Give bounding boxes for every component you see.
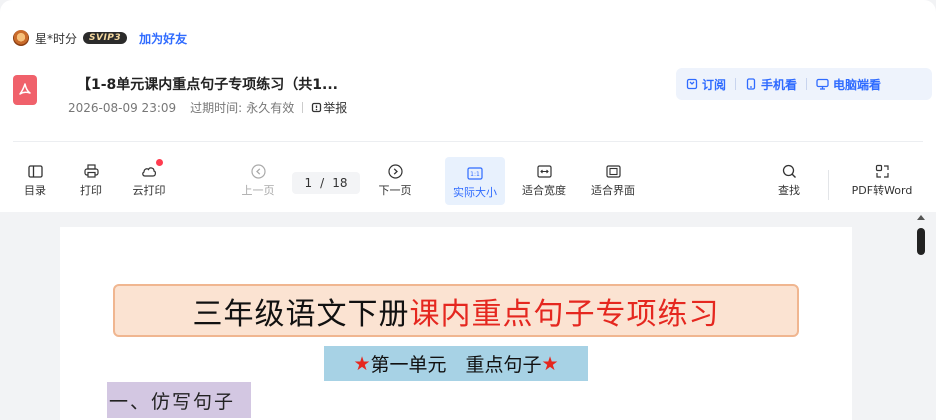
fit-width-button[interactable]: 适合宽度 — [519, 160, 569, 198]
scroll-thumb[interactable] — [917, 228, 925, 255]
pdf-file-icon — [13, 75, 37, 105]
upload-date: 2026-08-09 23:09 — [68, 100, 177, 115]
document-title: 【1-8单元课内重点句子专项练习（共1... — [77, 77, 338, 93]
notification-dot — [156, 159, 163, 166]
expiry-label: 过期时间: — [190, 101, 243, 115]
unit-heading-text: 第一单元 重点句子 — [370, 354, 542, 376]
prev-page-button[interactable]: 上一页 — [239, 160, 277, 198]
fit-page-button[interactable]: 适合界面 — [588, 160, 638, 198]
printer-icon — [83, 160, 99, 182]
actual-size-label: 实际大小 — [453, 186, 497, 199]
search-label: 查找 — [778, 184, 800, 197]
report-label: 举报 — [323, 101, 348, 115]
next-page-label: 下一页 — [378, 184, 412, 197]
page-separator: / — [320, 176, 325, 190]
mobile-view-button[interactable]: 手机看 — [745, 76, 797, 93]
author-name[interactable]: 星*时分 — [35, 30, 77, 47]
fit-page-icon — [605, 160, 621, 182]
print-label: 打印 — [80, 184, 102, 197]
bookmark-icon — [686, 78, 698, 90]
search-icon — [782, 160, 797, 182]
pdf-to-word-label: PDF转Word — [851, 184, 913, 197]
add-friend-link[interactable]: 加为好友 — [139, 30, 187, 47]
convert-icon — [875, 160, 890, 182]
toc-label: 目录 — [24, 184, 46, 197]
current-page-input[interactable]: 1 — [305, 176, 313, 190]
author-row: 星*时分 SVIP3 加为好友 — [13, 29, 187, 47]
next-page-button[interactable]: 下一页 — [376, 160, 414, 198]
cloud-print-label: 云打印 — [132, 184, 166, 197]
scroll-up-icon[interactable] — [917, 215, 925, 220]
meta-divider — [302, 102, 304, 113]
document-header-card: 星*时分 SVIP3 加为好友 【1-8单元课内重点句子专项练习（共1... 2… — [0, 0, 936, 212]
phone-icon — [746, 78, 756, 90]
document-meta: 2026-08-09 23:09 过期时间: 永久有效 举报 — [68, 99, 347, 116]
star-icon-left: ★ — [353, 352, 371, 375]
cloud-print-button[interactable]: 云打印 — [129, 159, 169, 198]
subscribe-button[interactable]: 订阅 — [686, 76, 726, 93]
total-pages: 18 — [332, 176, 348, 190]
page-indicator[interactable]: 1 / 18 — [292, 172, 360, 194]
monitor-icon — [816, 78, 829, 90]
pdf-to-word-button[interactable]: PDF转Word — [849, 160, 915, 198]
avatar[interactable] — [13, 30, 29, 46]
worksheet-title-main: 三年级语文下册 — [192, 296, 410, 332]
actual-size-icon: 1:1 — [467, 162, 483, 184]
report-button[interactable]: 举报 — [311, 99, 347, 116]
fit-page-label: 适合界面 — [591, 184, 635, 197]
cloud-icon — [141, 159, 163, 182]
document-page: 三年级语文下册 课内重点句子专项练习 ★ 第一单元 重点句子 ★ 一、仿写句子 — [60, 227, 852, 420]
worksheet-title: 三年级语文下册 课内重点句子专项练习 — [113, 284, 799, 337]
prev-page-label: 上一页 — [241, 184, 275, 197]
print-button[interactable]: 打印 — [76, 160, 106, 198]
chevron-right-circle-icon — [387, 160, 403, 182]
svg-text:1:1: 1:1 — [470, 171, 480, 178]
svip-badge: SVIP3 — [83, 32, 128, 44]
actual-size-button[interactable]: 1:1 实际大小 — [445, 157, 505, 205]
section-heading: 一、仿写句子 — [107, 382, 251, 418]
subscribe-label: 订阅 — [702, 77, 727, 92]
view-actions-bar: 订阅 手机看 电脑端看 — [676, 68, 932, 100]
fit-width-icon — [536, 160, 552, 182]
scrollbar[interactable] — [912, 212, 932, 420]
pc-view-button[interactable]: 电脑端看 — [816, 76, 881, 93]
header-divider — [13, 141, 923, 142]
expiry-value: 永久有效 — [246, 101, 295, 115]
star-icon-right: ★ — [541, 352, 559, 375]
pc-view-label: 电脑端看 — [833, 77, 882, 92]
toc-button[interactable]: 目录 — [20, 160, 50, 198]
toolbar-divider — [828, 170, 829, 200]
fit-width-label: 适合宽度 — [522, 184, 566, 197]
search-button[interactable]: 查找 — [776, 160, 802, 198]
report-icon — [312, 102, 322, 113]
unit-heading: ★ 第一单元 重点句子 ★ — [324, 346, 588, 381]
worksheet-title-highlight: 课内重点句子专项练习 — [409, 296, 720, 332]
sidebar-icon — [27, 160, 43, 182]
mobile-view-label: 手机看 — [761, 77, 798, 92]
chevron-left-circle-icon — [250, 160, 266, 182]
